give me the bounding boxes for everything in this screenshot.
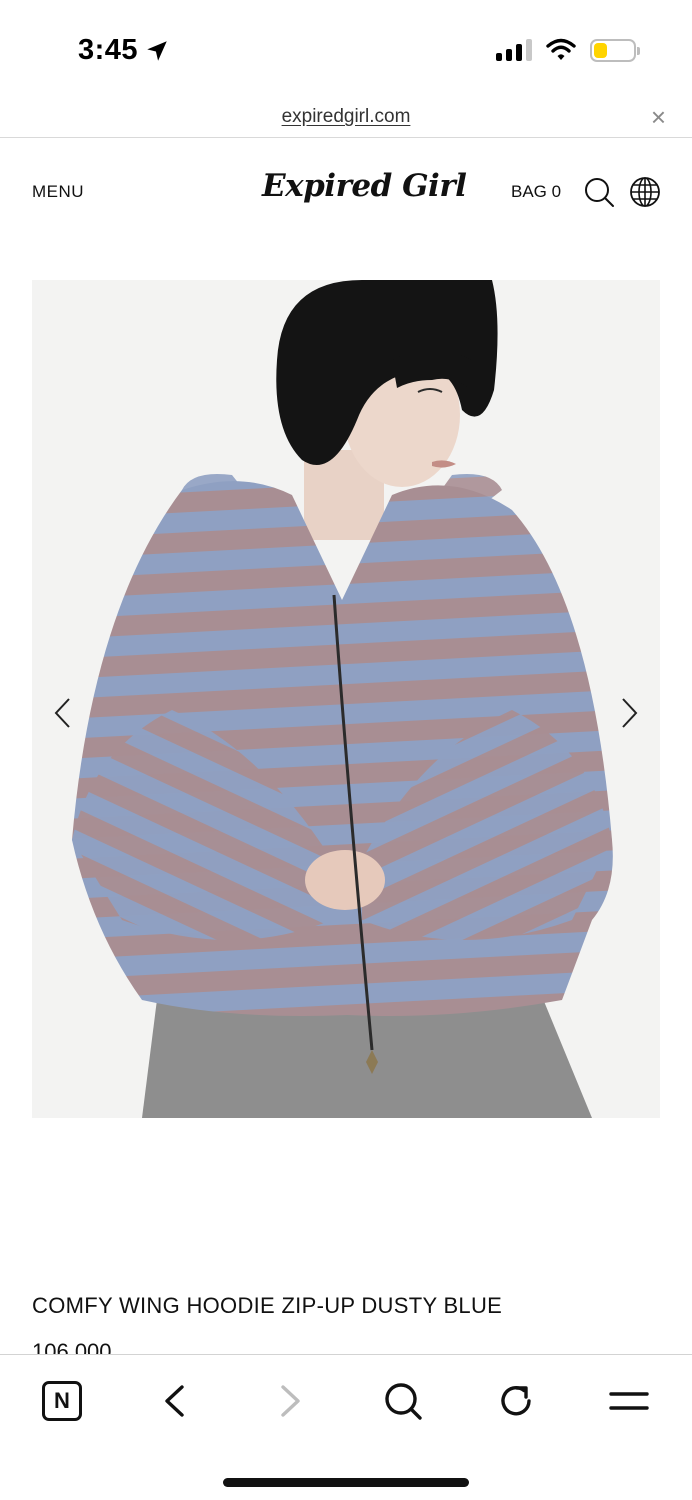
forward-button[interactable] [268, 1379, 312, 1423]
globe-icon[interactable] [629, 176, 661, 208]
status-time: 3:45 [78, 34, 170, 67]
bag-link[interactable]: BAG 0 [511, 182, 561, 202]
wifi-icon [546, 38, 576, 60]
find-button[interactable] [381, 1379, 425, 1423]
hamburger-menu-button[interactable] [607, 1379, 651, 1423]
search-icon [385, 1383, 422, 1420]
reload-button[interactable] [494, 1379, 538, 1423]
search-icon[interactable] [583, 176, 615, 208]
location-arrow-icon [147, 40, 167, 61]
status-bar: 3:45 [0, 0, 692, 100]
close-icon[interactable]: × [651, 104, 666, 130]
reload-icon [501, 1386, 531, 1416]
status-time-text: 3:45 [78, 34, 139, 66]
chevron-right-icon [281, 1385, 300, 1417]
battery-low-icon [590, 38, 640, 62]
menu-link[interactable]: MENU [32, 182, 84, 202]
product-price: 106,000 [32, 1339, 112, 1355]
browser-toolbar: N [0, 1354, 692, 1500]
url-bar[interactable]: expiredgirl.com × [0, 100, 692, 138]
naver-home-button[interactable]: N [40, 1379, 84, 1423]
naver-n-icon: N [42, 1381, 82, 1421]
chevron-left-icon[interactable] [46, 690, 80, 736]
status-indicators [496, 38, 640, 62]
url-domain[interactable]: expiredgirl.com [0, 106, 692, 128]
home-indicator[interactable] [223, 1478, 469, 1487]
chevron-right-icon[interactable] [612, 690, 646, 736]
battery-fill [594, 42, 607, 58]
naver-n-label: N [54, 1388, 70, 1413]
cellular-signal-icon [496, 39, 532, 61]
product-title: COMFY WING HOODIE ZIP-UP DUSTY BLUE [32, 1293, 503, 1318]
site-logo[interactable]: Expired Girl [262, 168, 467, 204]
chevron-left-icon [165, 1385, 184, 1417]
product-photo [72, 280, 613, 1118]
product-image[interactable] [32, 280, 660, 1118]
back-button[interactable] [153, 1379, 197, 1423]
site-header: MENU Expired Girl BAG 0 [0, 160, 692, 224]
hamburger-menu-icon [609, 1392, 649, 1410]
